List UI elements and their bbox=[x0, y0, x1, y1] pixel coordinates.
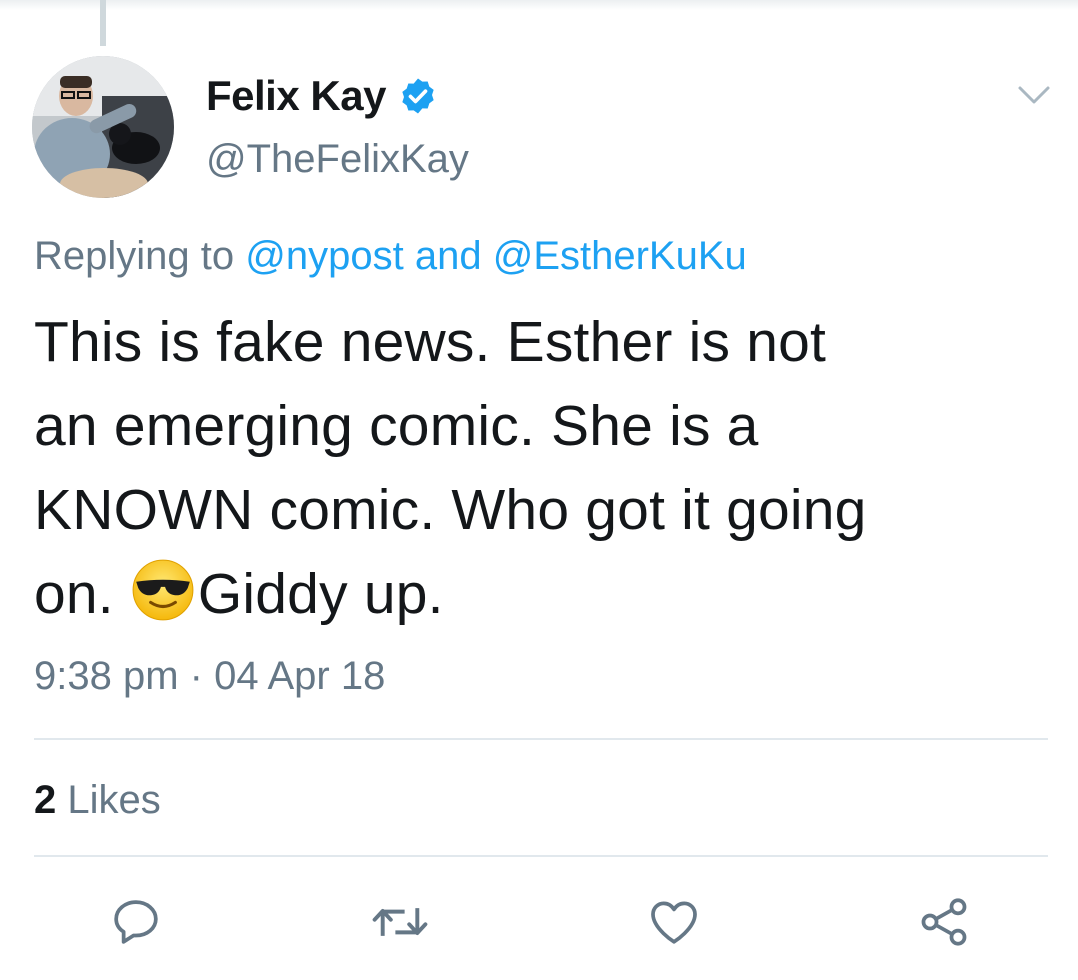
tweet-text-line: This is fake news. Esther is not bbox=[34, 310, 827, 374]
avatar[interactable] bbox=[32, 56, 174, 198]
reply-context: Replying to @nypost and @EstherKuKu bbox=[34, 232, 747, 280]
divider bbox=[34, 738, 1048, 740]
top-edge-shadow bbox=[0, 0, 1078, 10]
author-handle[interactable]: @TheFelixKay bbox=[206, 136, 469, 182]
author-display-name[interactable]: Felix Kay bbox=[206, 72, 386, 120]
thread-connector-line bbox=[100, 0, 106, 46]
tweet-text-segment: Giddy up. bbox=[197, 562, 444, 626]
likes-stat[interactable]: 2 Likes bbox=[34, 776, 161, 824]
share-button[interactable] bbox=[912, 890, 976, 954]
tweet-timestamp[interactable]: 9:38 pm · 04 Apr 18 bbox=[34, 652, 385, 700]
tweet-text: This is fake news. Esther is not an emer… bbox=[34, 300, 1044, 636]
avatar-photo bbox=[32, 56, 174, 198]
tweet-text-line: an emerging comic. She is a bbox=[34, 394, 759, 458]
likes-label: Likes bbox=[67, 778, 161, 822]
mention-link-estherkuku[interactable]: @EstherKuKu bbox=[493, 234, 747, 278]
divider bbox=[34, 855, 1048, 857]
reply-button[interactable] bbox=[104, 890, 168, 954]
verified-badge-icon bbox=[402, 78, 434, 114]
likes-count: 2 bbox=[34, 778, 57, 822]
tweet-text-line: on. Giddy up. bbox=[34, 552, 1044, 636]
tweet-text-segment: on. bbox=[34, 562, 130, 626]
reply-context-prefix: Replying to bbox=[34, 234, 235, 278]
heart-icon bbox=[651, 901, 697, 944]
like-button[interactable] bbox=[642, 890, 706, 954]
retweet-button[interactable] bbox=[368, 890, 432, 954]
share-icon bbox=[921, 898, 967, 946]
author-name-row[interactable]: Felix Kay bbox=[206, 72, 438, 120]
smiling-face-with-sunglasses-icon bbox=[132, 559, 194, 621]
tweet-text-line: KNOWN comic. Who got it going bbox=[34, 478, 867, 542]
chevron-down-icon[interactable] bbox=[1014, 80, 1054, 110]
reply-icon bbox=[114, 900, 158, 944]
reply-context-conjunction: and bbox=[414, 234, 482, 278]
mention-link-nypost[interactable]: @nypost bbox=[245, 234, 403, 278]
retweet-icon bbox=[372, 908, 428, 936]
